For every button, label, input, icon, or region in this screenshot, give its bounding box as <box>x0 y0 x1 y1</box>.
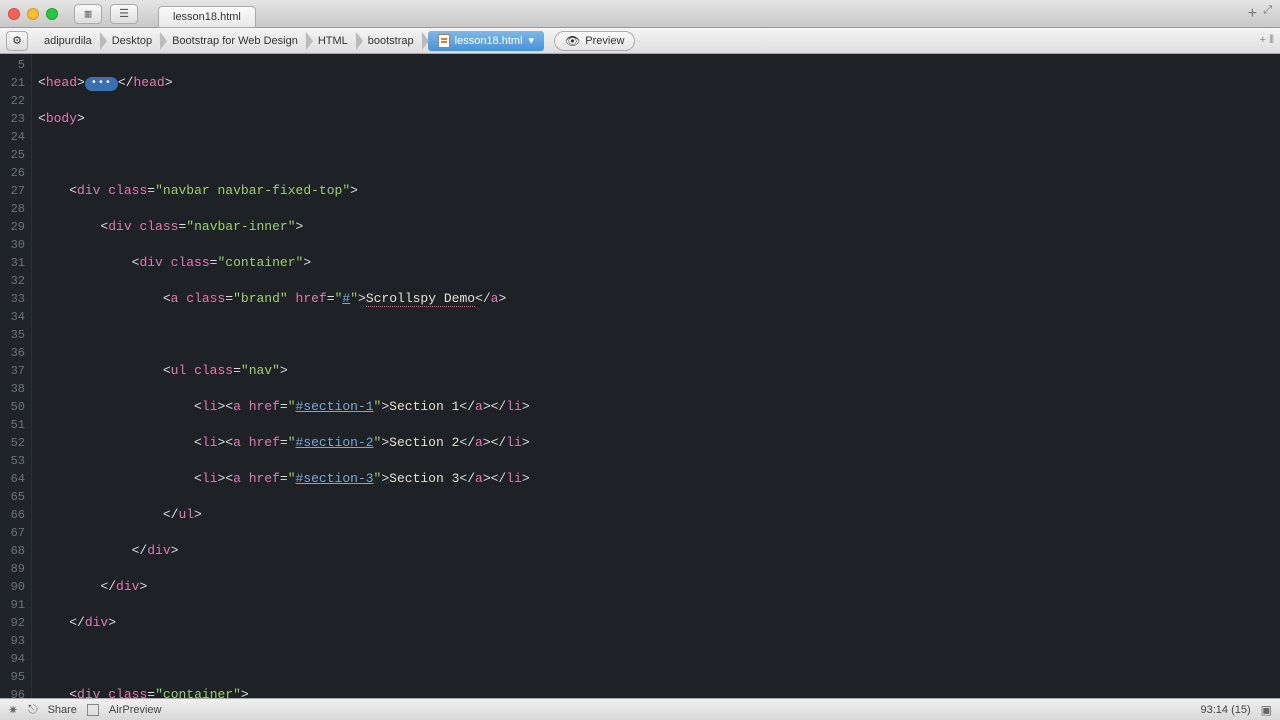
close-icon[interactable] <box>8 8 20 20</box>
fold-icon[interactable]: ••• <box>85 77 118 91</box>
add-pane-button[interactable]: + ⦀ <box>1260 34 1274 47</box>
pathbar: ⚙ adipurdila Desktop Bootstrap for Web D… <box>0 28 1280 54</box>
minimize-icon[interactable] <box>27 8 39 20</box>
statusbar: ✷ ⎋ Share AirPreview 93:14 (15) ▣ <box>0 698 1280 720</box>
sidebar-toggle-button[interactable]: ▥ <box>74 4 102 24</box>
cursor-position: 93:14 (15) <box>1201 704 1251 716</box>
file-tab[interactable]: lesson18.html <box>158 6 256 28</box>
breadcrumb[interactable]: Bootstrap for Web Design <box>162 28 308 54</box>
airpreview-icon[interactable] <box>87 704 99 716</box>
airpreview-label[interactable]: AirPreview <box>109 704 162 716</box>
expand-button[interactable]: ⤢ <box>1263 5 1272 23</box>
preview-button[interactable]: 👁 Preview <box>554 31 635 51</box>
code-area[interactable]: <head>•••</head> <body> <div class="navb… <box>32 54 1280 698</box>
status-icon[interactable]: ▣ <box>1261 703 1272 717</box>
new-tab-button[interactable]: + <box>1248 5 1258 23</box>
window-controls <box>8 8 58 20</box>
breadcrumb[interactable]: Desktop <box>102 28 162 54</box>
gutter[interactable]: 5212223242526272829303132333435363738505… <box>0 54 32 698</box>
panel-toggle-button[interactable]: ☰ <box>110 4 138 24</box>
titlebar: ▥ ☰ lesson18.html + ⤢ <box>0 0 1280 28</box>
gear-icon[interactable]: ✷ <box>8 703 18 717</box>
file-tab-label: lesson18.html <box>173 11 241 23</box>
zoom-icon[interactable] <box>46 8 58 20</box>
breadcrumb[interactable]: HTML <box>308 28 358 54</box>
editor: 5212223242526272829303132333435363738505… <box>0 54 1280 698</box>
file-icon <box>438 34 450 48</box>
gear-icon[interactable]: ⚙ <box>6 31 28 51</box>
eye-icon: 👁 <box>565 34 580 48</box>
breadcrumb[interactable]: bootstrap <box>358 28 424 54</box>
share-icon[interactable]: ⎋ <box>28 702 38 717</box>
breadcrumb-current[interactable]: lesson18.html ▾ <box>428 31 544 51</box>
share-label[interactable]: Share <box>48 704 77 716</box>
breadcrumb[interactable]: adipurdila <box>34 28 102 54</box>
